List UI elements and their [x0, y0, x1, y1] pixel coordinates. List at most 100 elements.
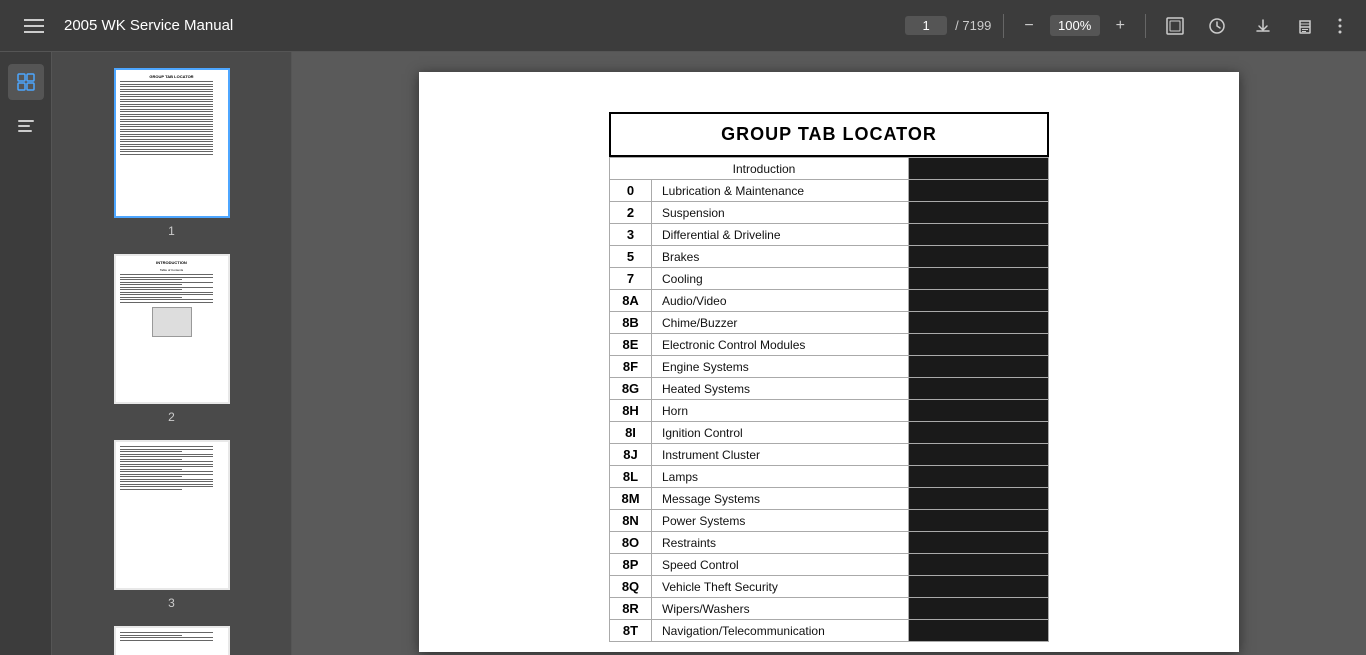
- zoom-out-button[interactable]: −: [1016, 13, 1041, 39]
- table-row: 8MMessage Systems: [610, 488, 1049, 510]
- tab-number: 8N: [610, 510, 652, 532]
- tab-number: 8J: [610, 444, 652, 466]
- tab-label: Lubrication & Maintenance: [652, 180, 909, 202]
- thumbnail-item-1[interactable]: GROUP TAB LOCATOR 1: [52, 60, 291, 246]
- page-input-wrap: [905, 16, 947, 35]
- hamburger-icon: [24, 19, 44, 33]
- document-viewer[interactable]: GROUP TAB LOCATOR Introduction0Lubricati…: [292, 52, 1366, 655]
- tab-number: 8Q: [610, 576, 652, 598]
- document-title: 2005 WK Service Manual: [64, 17, 233, 34]
- table-row: 8QVehicle Theft Security: [610, 576, 1049, 598]
- tab-number: 3: [610, 224, 652, 246]
- tab-label: Restraints: [652, 532, 909, 554]
- tab-bar: [909, 246, 1049, 268]
- divider: [1003, 14, 1004, 38]
- tab-bar: [909, 510, 1049, 532]
- tab-number: 2: [610, 202, 652, 224]
- toolbar-left: 2005 WK Service Manual: [16, 15, 893, 37]
- tab-label: Brakes: [652, 246, 909, 268]
- tab-number: 8A: [610, 290, 652, 312]
- table-row: 8TNavigation/Telecommunication: [610, 620, 1049, 642]
- tab-bar: [909, 620, 1049, 642]
- thumbnail-item-3[interactable]: 3: [52, 432, 291, 618]
- tab-label: Navigation/Telecommunication: [652, 620, 909, 642]
- tab-number: 5: [610, 246, 652, 268]
- tab-number: 8E: [610, 334, 652, 356]
- tab-label: Cooling: [652, 268, 909, 290]
- thumbnail-image-3: [114, 440, 230, 590]
- table-row: 8HHorn: [610, 400, 1049, 422]
- print-button[interactable]: [1288, 13, 1322, 39]
- thumbnail-panel[interactable]: GROUP TAB LOCATOR 1: [52, 52, 292, 655]
- thumbnail-item-2[interactable]: INTRODUCTION Table of Contents 2: [52, 246, 291, 432]
- thumbnail-image-1: GROUP TAB LOCATOR: [114, 68, 230, 218]
- main-area: GROUP TAB LOCATOR 1: [0, 52, 1366, 655]
- table-row: 8BChime/Buzzer: [610, 312, 1049, 334]
- gtl-title: GROUP TAB LOCATOR: [609, 112, 1049, 157]
- page-number-input[interactable]: [911, 18, 941, 33]
- zoom-level: 100%: [1050, 15, 1100, 36]
- menu-button[interactable]: [16, 15, 52, 37]
- tab-label: Power Systems: [652, 510, 909, 532]
- thumbnail-view-button[interactable]: [8, 64, 44, 100]
- tab-bar: [909, 598, 1049, 620]
- toolbar-right: [1246, 13, 1350, 39]
- table-row: 8AAudio/Video: [610, 290, 1049, 312]
- tab-label: Heated Systems: [652, 378, 909, 400]
- tab-number: 8P: [610, 554, 652, 576]
- tab-number: 8T: [610, 620, 652, 642]
- thumbnail-label-3: 3: [168, 596, 175, 610]
- tab-bar: [909, 576, 1049, 598]
- history-button[interactable]: [1200, 13, 1234, 39]
- tab-bar: [909, 202, 1049, 224]
- tab-label: Speed Control: [652, 554, 909, 576]
- tab-bar: [909, 290, 1049, 312]
- tab-bar: [909, 356, 1049, 378]
- table-row: 8PSpeed Control: [610, 554, 1049, 576]
- table-row: 8RWipers/Washers: [610, 598, 1049, 620]
- toolbar: 2005 WK Service Manual / 7199 − 100% +: [0, 0, 1366, 52]
- zoom-in-button[interactable]: +: [1108, 13, 1133, 39]
- tab-label: Differential & Driveline: [652, 224, 909, 246]
- table-row: 8GHeated Systems: [610, 378, 1049, 400]
- table-row: 8JInstrument Cluster: [610, 444, 1049, 466]
- group-tab-locator: GROUP TAB LOCATOR Introduction0Lubricati…: [609, 112, 1049, 642]
- tab-number: 8H: [610, 400, 652, 422]
- table-row: 3Differential & Driveline: [610, 224, 1049, 246]
- table-row: 8EElectronic Control Modules: [610, 334, 1049, 356]
- tab-label: Message Systems: [652, 488, 909, 510]
- tab-bar: [909, 400, 1049, 422]
- tab-number: 8O: [610, 532, 652, 554]
- tab-number: 8G: [610, 378, 652, 400]
- table-row: 8ORestraints: [610, 532, 1049, 554]
- side-icon-bar: [0, 52, 52, 655]
- tab-label: Electronic Control Modules: [652, 334, 909, 356]
- outline-view-button[interactable]: [8, 108, 44, 144]
- tab-number: 8B: [610, 312, 652, 334]
- fit-page-button[interactable]: [1158, 13, 1192, 39]
- tab-number: 8M: [610, 488, 652, 510]
- toolbar-center: / 7199 − 100% +: [905, 13, 1234, 39]
- tab-bar: [909, 554, 1049, 576]
- tab-bar: [909, 532, 1049, 554]
- tab-label: Ignition Control: [652, 422, 909, 444]
- page-document: GROUP TAB LOCATOR Introduction0Lubricati…: [419, 72, 1239, 652]
- table-row: 8IIgnition Control: [610, 422, 1049, 444]
- table-row: 8NPower Systems: [610, 510, 1049, 532]
- tab-label: Horn: [652, 400, 909, 422]
- tab-number: 8F: [610, 356, 652, 378]
- thumbnail-image-4: [114, 626, 230, 655]
- download-button[interactable]: [1246, 13, 1280, 39]
- more-options-button[interactable]: [1330, 13, 1350, 39]
- tab-label: Lamps: [652, 466, 909, 488]
- tab-label: Chime/Buzzer: [652, 312, 909, 334]
- tab-label: Wipers/Washers: [652, 598, 909, 620]
- tab-label: Instrument Cluster: [652, 444, 909, 466]
- tab-bar: [909, 378, 1049, 400]
- tab-bar: [909, 224, 1049, 246]
- tab-label: Engine Systems: [652, 356, 909, 378]
- thumbnail-item-4[interactable]: [52, 618, 291, 655]
- thumbnail-label-1: 1: [168, 224, 175, 238]
- page-total-label: / 7199: [955, 18, 991, 33]
- tab-bar: [909, 422, 1049, 444]
